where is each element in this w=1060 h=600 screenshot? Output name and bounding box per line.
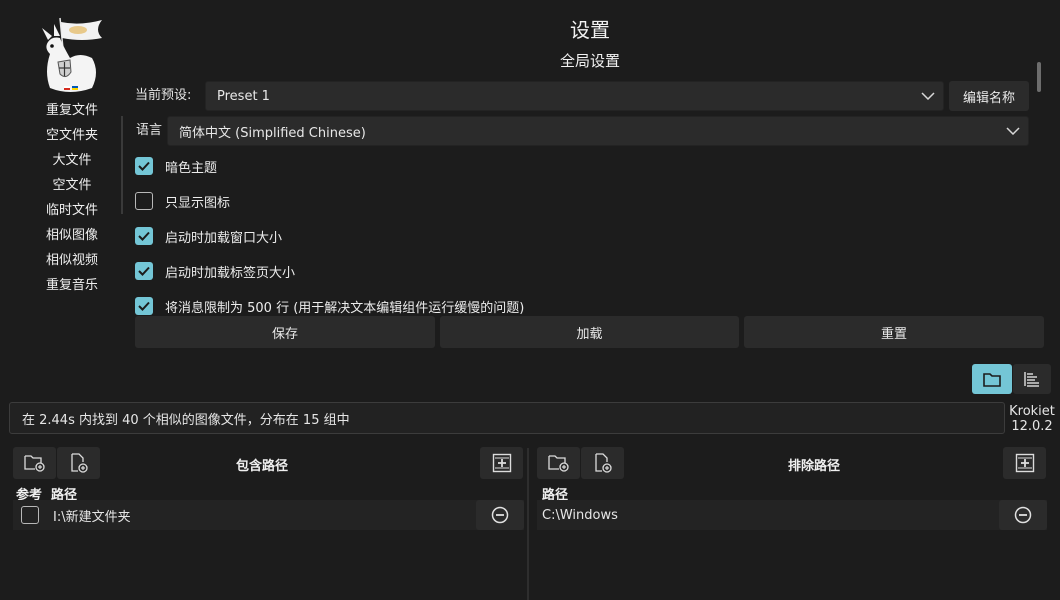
- add-box-icon: [1015, 453, 1034, 473]
- option-dark-theme[interactable]: 暗色主题: [135, 156, 217, 176]
- chevron-down-icon: [998, 117, 1028, 145]
- option-label: 暗色主题: [165, 160, 218, 176]
- preset-select-value: Preset 1: [217, 88, 270, 104]
- folder-icon: [983, 372, 1001, 387]
- option-label: 启动时加载窗口大小: [165, 230, 283, 246]
- status-text: 在 2.44s 内找到 40 个相似的图像文件，分布在 15 组中: [22, 412, 350, 428]
- sidebar-item-duplicate-music[interactable]: 重复音乐: [22, 273, 122, 298]
- text-view-button[interactable]: [1013, 364, 1051, 394]
- sidebar-item-similar-videos[interactable]: 相似视频: [22, 248, 122, 273]
- sidebar-item-empty-files[interactable]: 空文件: [22, 173, 122, 198]
- folder-add-icon: [547, 455, 569, 472]
- sidebar: 重复文件 空文件夹 大文件 空文件 临时文件 相似图像 相似视频 重复音乐: [22, 98, 122, 298]
- folder-add-icon: [23, 455, 45, 472]
- option-load-window-size[interactable]: 启动时加载窗口大小: [135, 226, 282, 246]
- option-label: 只显示图标: [165, 195, 231, 211]
- app-logo: [30, 14, 110, 96]
- section-title: 全局设置: [559, 52, 620, 70]
- option-label: 启动时加载标签页大小: [165, 265, 296, 281]
- check-icon: [138, 161, 150, 171]
- status-message: 在 2.44s 内找到 40 个相似的图像文件，分布在 15 组中: [9, 402, 1005, 434]
- add-excluded-folder-button[interactable]: [537, 447, 580, 479]
- included-paths-title: 包含路径: [235, 459, 288, 474]
- text-list-icon: [1024, 372, 1039, 387]
- manual-add-included-button[interactable]: [480, 447, 523, 479]
- remove-included-button[interactable]: [476, 500, 524, 530]
- excluded-path-row[interactable]: C:\Windows: [537, 500, 1047, 530]
- file-add-icon: [70, 453, 88, 473]
- chevron-down-icon: [913, 82, 943, 110]
- manual-add-excluded-button[interactable]: [1003, 447, 1046, 479]
- option-icons-only[interactable]: 只显示图标: [135, 191, 230, 211]
- option-load-tab-size[interactable]: 启动时加载标签页大小: [135, 261, 295, 281]
- checkbox-load-tab-size[interactable]: [135, 262, 153, 280]
- preset-label: 当前预设:: [135, 88, 192, 103]
- app-version: 12.0.2: [1011, 419, 1053, 434]
- included-path-value: I:\新建文件夹: [53, 509, 131, 525]
- remove-circle-icon: [1014, 506, 1032, 524]
- file-add-icon: [594, 453, 612, 473]
- option-limit-messages[interactable]: 将消息限制为 500 行 (用于解决文本编辑组件运行缓慢的问题): [135, 296, 524, 316]
- save-button[interactable]: 保存: [135, 316, 435, 348]
- app-name: Krokiet: [1009, 404, 1055, 419]
- excluded-paths-title: 排除路径: [787, 459, 840, 474]
- app-info: Krokiet 12.0.2: [1008, 404, 1056, 434]
- included-path-row[interactable]: I:\新建文件夹: [13, 500, 524, 530]
- remove-excluded-button[interactable]: [999, 500, 1047, 530]
- reset-button[interactable]: 重置: [744, 316, 1044, 348]
- load-button[interactable]: 加载: [440, 316, 739, 348]
- language-select[interactable]: 简体中文 (Simplified Chinese): [167, 116, 1029, 146]
- option-label: 将消息限制为 500 行 (用于解决文本编辑组件运行缓慢的问题): [165, 300, 525, 316]
- excluded-path-value: C:\Windows: [542, 507, 618, 523]
- sidebar-item-big-files[interactable]: 大文件: [22, 148, 122, 173]
- checkbox-load-window-size[interactable]: [135, 227, 153, 245]
- page-title: 设置: [570, 18, 610, 42]
- checkbox-dark-theme[interactable]: [135, 157, 153, 175]
- sidebar-item-temporary-files[interactable]: 临时文件: [22, 198, 122, 223]
- panel-divider: [527, 448, 529, 600]
- checkbox-icons-only[interactable]: [135, 192, 153, 210]
- remove-circle-icon: [491, 506, 509, 524]
- sidebar-item-similar-images[interactable]: 相似图像: [22, 223, 122, 248]
- add-file-button[interactable]: [57, 447, 100, 479]
- add-folder-button[interactable]: [13, 447, 56, 479]
- folder-view-button[interactable]: [972, 364, 1012, 394]
- check-icon: [138, 301, 150, 311]
- language-select-value: 简体中文 (Simplified Chinese): [179, 125, 366, 141]
- checkbox-limit-messages[interactable]: [135, 297, 153, 315]
- check-icon: [138, 266, 150, 276]
- check-icon: [138, 231, 150, 241]
- sidebar-item-duplicate-files[interactable]: 重复文件: [22, 98, 122, 123]
- settings-scrollbar[interactable]: [1037, 62, 1041, 92]
- language-label: 语言: [136, 123, 163, 138]
- sidebar-item-empty-folders[interactable]: 空文件夹: [22, 123, 122, 148]
- add-box-icon: [492, 453, 511, 473]
- add-excluded-file-button[interactable]: [581, 447, 624, 479]
- sidebar-divider: [121, 116, 123, 214]
- edit-name-button[interactable]: 编辑名称: [949, 81, 1029, 111]
- preset-select[interactable]: Preset 1: [205, 81, 944, 111]
- reference-checkbox[interactable]: [21, 506, 39, 524]
